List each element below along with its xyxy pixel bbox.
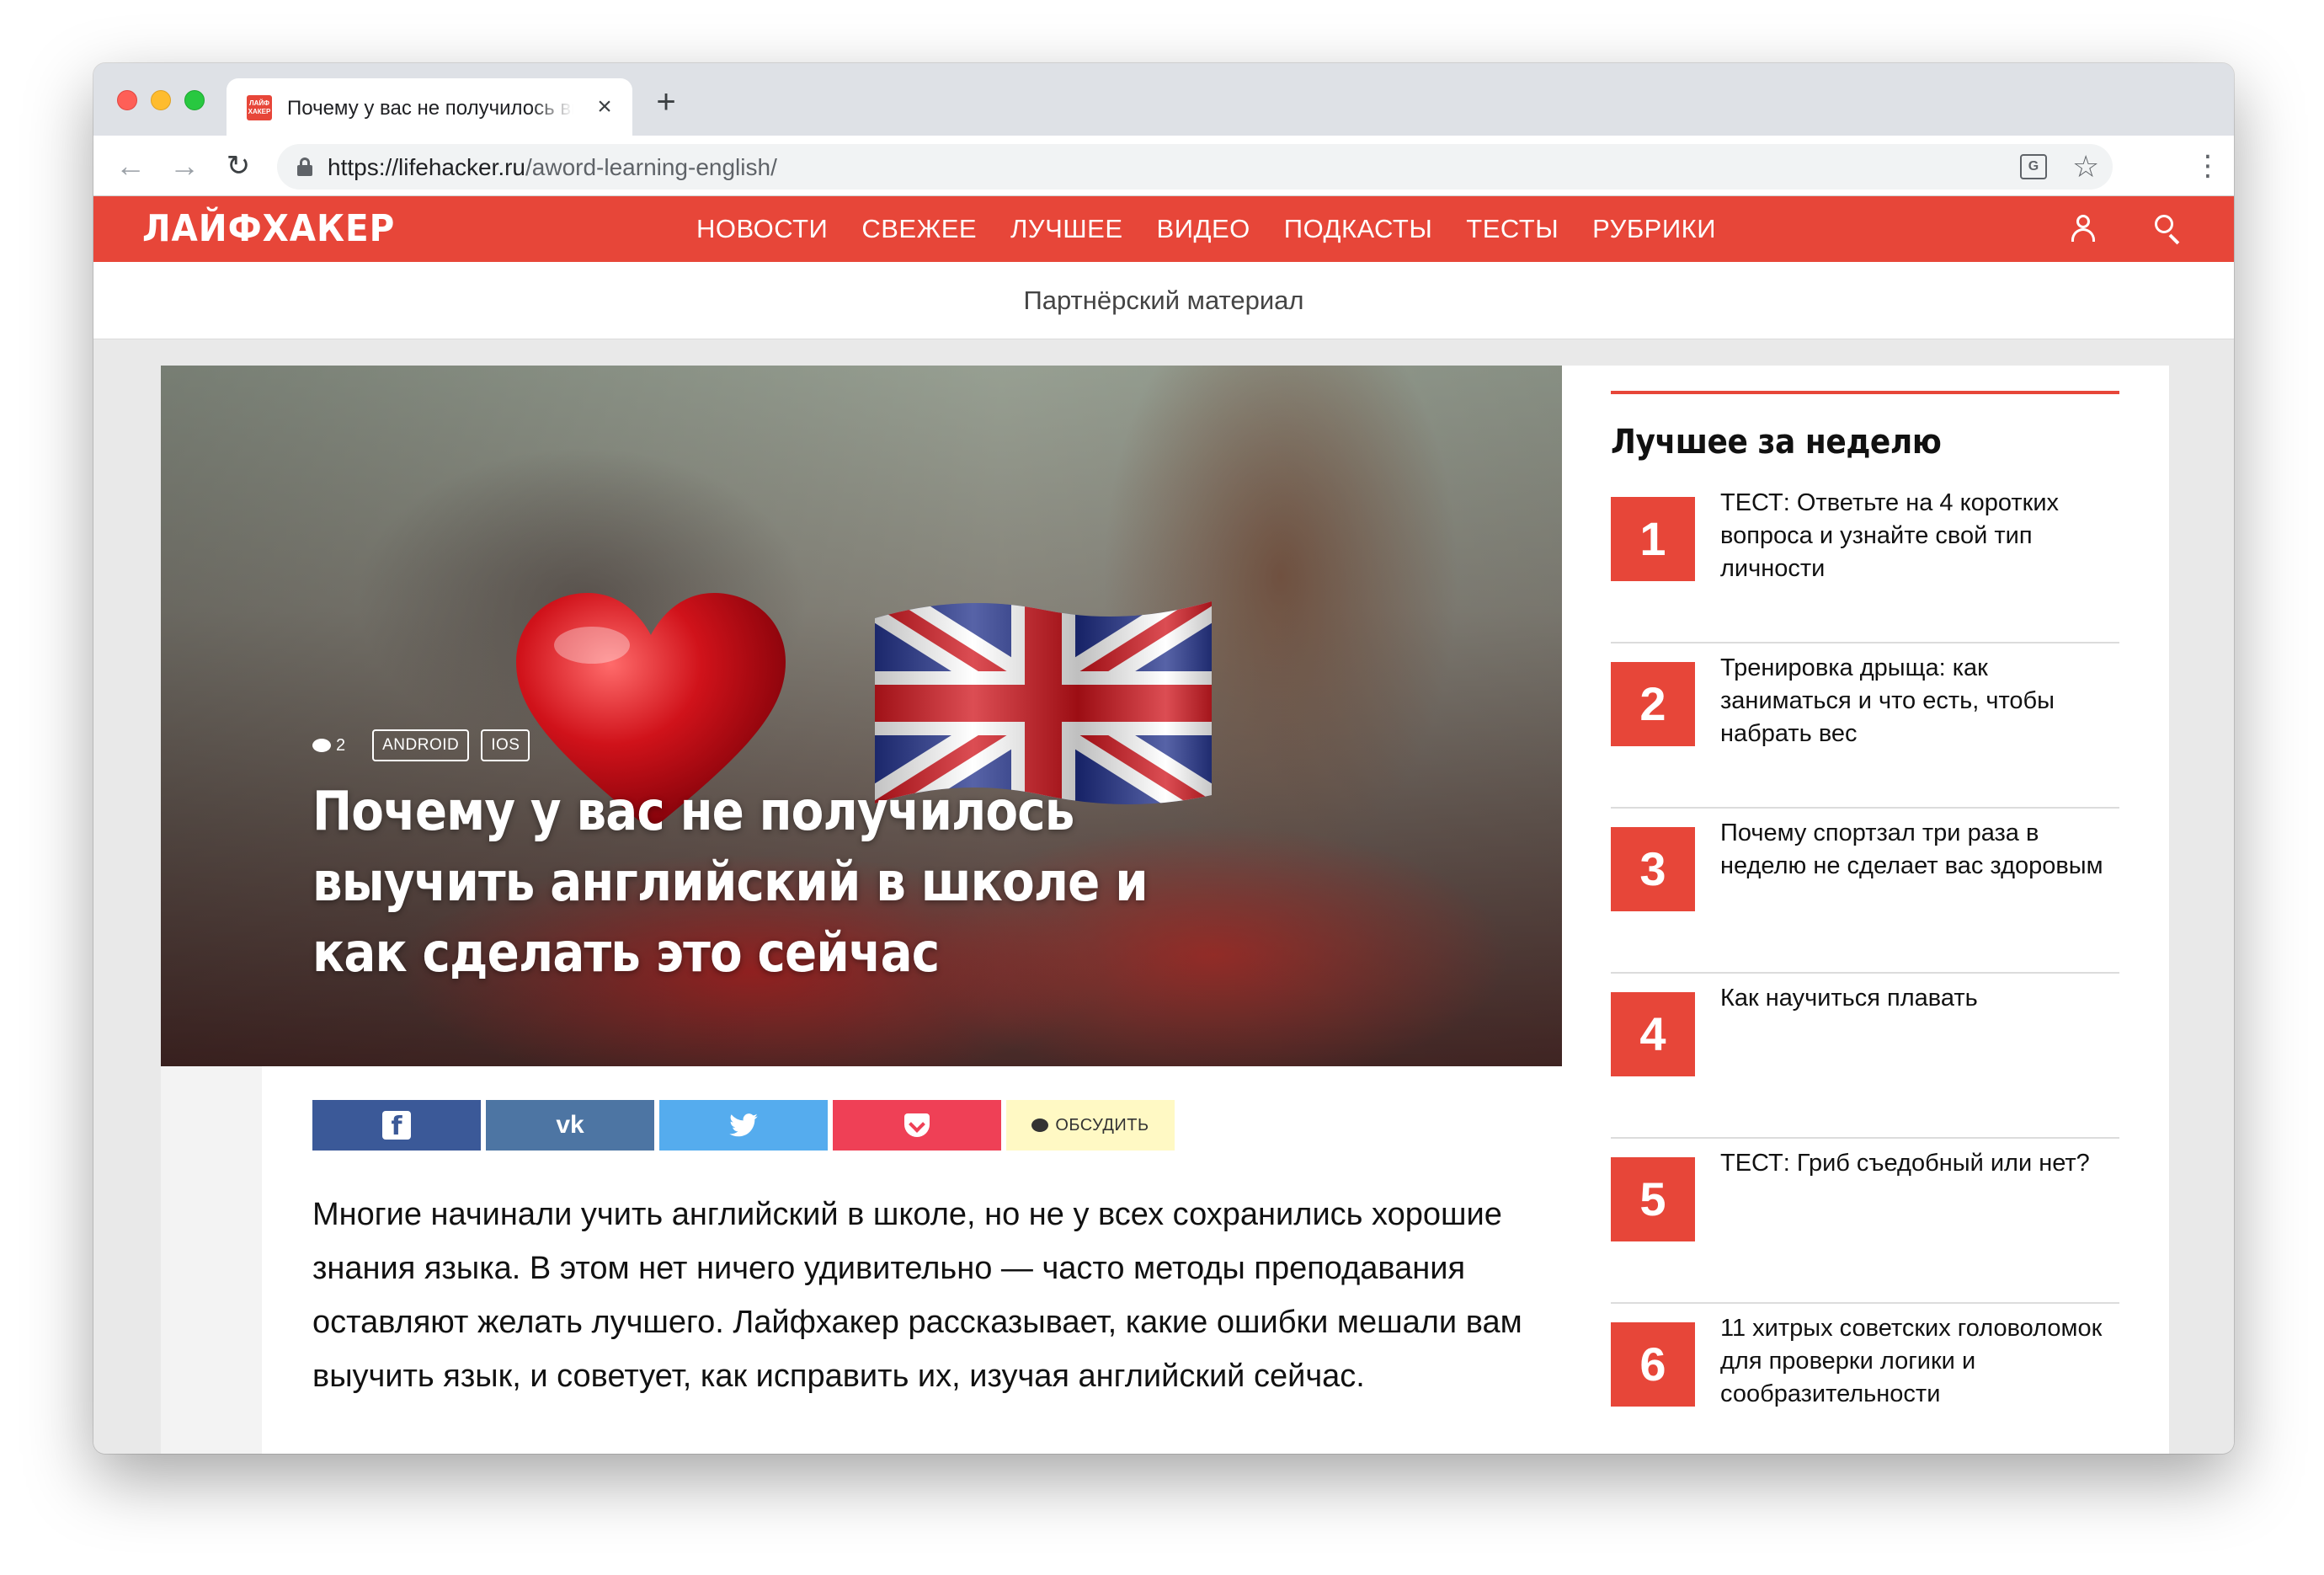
share-pocket-button[interactable] [833,1100,1001,1151]
menu-item-podcasts[interactable]: ПОДКАСТЫ [1267,196,1450,262]
user-icon[interactable] [2069,215,2097,243]
discuss-label: ОБСУДИТЬ [1055,1115,1149,1135]
rank-number: 5 [1611,1157,1695,1241]
forward-arrow-icon[interactable]: → [166,147,203,184]
rank-number: 2 [1611,662,1695,746]
left-gutter [161,1066,262,1454]
rank-list: 1 ТЕСТ: Ответьте на 4 коротких вопроса и… [1611,478,2119,1454]
maximize-window-button[interactable] [184,90,205,110]
article-title: Почему у вас не получилось выучить англи… [312,781,1149,985]
list-item[interactable]: 3 Почему спортзал три раза в неделю не с… [1611,809,2119,974]
tag-android[interactable]: ANDROID [372,729,470,761]
bookmark-star-icon[interactable]: ☆ [2072,149,2099,184]
tag-ios[interactable]: IOS [481,729,530,761]
share-bar: f vk ОБСУДИТЬ [312,1100,1175,1151]
share-facebook-button[interactable]: f [312,1100,481,1151]
tab-strip: ЛАЙФ ХАКЕР Почему у вас не получилось вы… [93,63,2234,136]
article-meta: 2 ANDROID IOS [312,729,530,761]
rank-link[interactable]: Тренировка дрыща: как заниматься и что е… [1720,652,2116,750]
rank-number: 1 [1611,497,1695,581]
address-bar[interactable]: https://lifehacker.ru/aword-learning-eng… [277,144,2113,190]
sidebar-best-week: Лучшее за неделю 1 ТЕСТ: Ответьте на 4 к… [1611,391,2119,1454]
rank-link[interactable]: ТЕСТ: Ответьте на 4 коротких вопроса и у… [1720,487,2116,585]
vk-icon: vk [556,1111,584,1139]
active-tab[interactable]: ЛАЙФ ХАКЕР Почему у вас не получилось вы… [227,78,632,136]
list-item[interactable]: 5 ТЕСТ: Гриб съедобный или нет? [1611,1139,2119,1304]
partner-label: Партнёрский материал [1023,286,1304,315]
back-arrow-icon[interactable]: ← [112,147,149,184]
discuss-icon [1031,1119,1049,1132]
rank-link[interactable]: 11 хитрых советских головоломок для пров… [1720,1312,2116,1411]
rank-number: 3 [1611,827,1695,911]
menu-item-rubrics[interactable]: РУБРИКИ [1575,196,1733,262]
menu-item-best[interactable]: ЛУЧШЕЕ [994,196,1139,262]
translate-icon[interactable]: G [2020,154,2047,179]
rank-link[interactable]: ТЕСТ: Гриб съедобный или нет? [1720,1147,2116,1180]
article-lead: Многие начинали учить английский в школе… [312,1197,1522,1394]
share-vk-button[interactable]: vk [486,1100,654,1151]
comments-count[interactable]: 2 [312,736,345,755]
content-area: 2 ANDROID IOS Почему у вас не получилось… [161,366,2169,1454]
main-menu: НОВОСТИ СВЕЖЕЕ ЛУЧШЕЕ ВИДЕО ПОДКАСТЫ ТЕС… [680,196,1733,262]
facebook-icon: f [382,1111,411,1141]
new-tab-button[interactable]: + [649,85,683,120]
browser-window: ЛАЙФ ХАКЕР Почему у вас не получилось вы… [93,63,2234,1454]
page-viewport: ЛАЙФХАКЕР НОВОСТИ СВЕЖЕЕ ЛУЧШЕЕ ВИДЕО ПО… [93,196,2234,1454]
rank-link[interactable]: Как научиться плавать [1720,982,2116,1015]
site-header: ЛАЙФХАКЕР НОВОСТИ СВЕЖЕЕ ЛУЧШЕЕ ВИДЕО ПО… [93,196,2234,262]
favicon-icon: ЛАЙФ ХАКЕР [247,95,272,120]
close-window-button[interactable] [117,90,137,110]
list-item[interactable]: 1 ТЕСТ: Ответьте на 4 коротких вопроса и… [1611,478,2119,643]
browser-toolbar: ← → ↻ https://lifehacker.ru/aword-learni… [93,136,2234,196]
hero-image: 2 ANDROID IOS Почему у вас не получилось… [161,366,1562,1066]
list-item[interactable]: 4 Как научиться плавать [1611,974,2119,1139]
pocket-icon [904,1113,930,1137]
lock-icon[interactable] [297,158,312,176]
site-logo[interactable]: ЛАЙФХАКЕР [142,201,395,257]
twitter-icon [729,1113,758,1137]
tab-title: Почему у вас не получилось выучить англи… [287,97,573,120]
partner-bar: Партнёрский материал [93,262,2234,339]
rank-number: 6 [1611,1322,1695,1407]
sidebar-title: Лучшее за неделю [1611,423,1942,462]
rank-number: 4 [1611,992,1695,1076]
browser-menu-icon[interactable]: ⋮ [2193,147,2222,184]
share-twitter-button[interactable] [659,1100,828,1151]
minimize-window-button[interactable] [151,90,171,110]
close-tab-icon[interactable]: × [590,93,619,121]
menu-item-video[interactable]: ВИДЕО [1140,196,1267,262]
comments-number: 2 [336,735,346,755]
menu-item-fresh[interactable]: СВЕЖЕЕ [845,196,994,262]
url-text[interactable]: https://lifehacker.ru/aword-learning-eng… [328,154,777,181]
list-item[interactable]: 6 11 хитрых советских головоломок для пр… [1611,1304,2119,1454]
rank-link[interactable]: Почему спортзал три раза в неделю не сде… [1720,817,2116,883]
discuss-button[interactable]: ОБСУДИТЬ [1006,1100,1175,1151]
search-icon[interactable] [2155,215,2183,245]
list-item[interactable]: 2 Тренировка дрыща: как заниматься и что… [1611,643,2119,809]
reload-icon[interactable]: ↻ [220,147,257,184]
menu-item-tests[interactable]: ТЕСТЫ [1449,196,1575,262]
menu-item-news[interactable]: НОВОСТИ [680,196,845,262]
sidebar-rule [1611,391,2119,394]
comment-icon [312,739,331,752]
